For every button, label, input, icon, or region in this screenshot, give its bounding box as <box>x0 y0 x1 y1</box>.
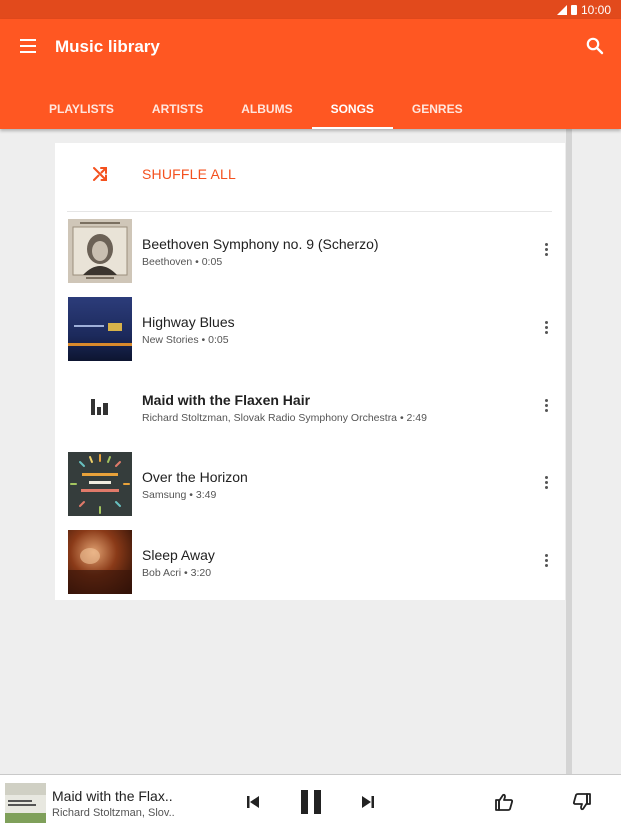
over-the-horizon-album-art <box>68 452 132 516</box>
next-icon[interactable] <box>360 794 376 810</box>
tab-songs[interactable]: SONGS <box>311 89 394 129</box>
song-title: Highway Blues <box>142 314 235 330</box>
list-item[interactable]: Maid with the Flaxen Hair Richard Stoltz… <box>55 368 565 440</box>
sleep-away-album-art <box>68 530 132 594</box>
thumbs-up-icon[interactable] <box>494 792 514 812</box>
status-time: 10:00 <box>580 3 611 17</box>
player-subtitle: Richard Stoltzman, Slov.. <box>52 807 175 819</box>
beethoven-portrait-art <box>68 219 132 283</box>
shuffle-icon <box>93 167 107 181</box>
scrollbar[interactable] <box>566 129 572 774</box>
more-options-icon[interactable] <box>539 319 553 337</box>
more-options-icon[interactable] <box>539 474 553 492</box>
list-item[interactable]: Beethoven Symphony no. 9 (Scherzo) Beeth… <box>55 212 565 284</box>
song-title: Maid with the Flaxen Hair <box>142 392 311 408</box>
song-title: Sleep Away <box>142 547 215 563</box>
shuffle-all-label: SHUFFLE ALL <box>142 166 237 182</box>
battery-icon <box>570 5 577 15</box>
song-title: Beethoven Symphony no. 9 (Scherzo) <box>142 236 379 252</box>
more-options-icon[interactable] <box>539 397 553 415</box>
tab-playlists[interactable]: PLAYLISTS <box>30 89 133 129</box>
song-subtitle: New Stories • 0:05 <box>142 334 229 346</box>
now-playing-album-art <box>5 783 46 823</box>
hamburger-menu-icon[interactable] <box>20 39 38 53</box>
tab-bar: PLAYLISTS ARTISTS ALBUMS SONGS GENRES <box>30 89 482 129</box>
song-title: Over the Horizon <box>142 469 248 485</box>
more-options-icon[interactable] <box>539 552 553 570</box>
song-list: SHUFFLE ALL Beethoven Symphony no. 9 (Sc… <box>55 143 565 600</box>
player-title: Maid with the Flax.. <box>52 788 173 804</box>
app-bar: Music library PLAYLISTS ARTISTS ALBUMS S… <box>0 19 621 129</box>
thumbs-down-icon[interactable] <box>572 792 592 812</box>
status-bar: 10:00 <box>0 0 621 19</box>
new-stories-album-art <box>68 297 132 361</box>
song-subtitle: Richard Stoltzman, Slovak Radio Symphony… <box>142 412 427 424</box>
song-subtitle: Samsung • 3:49 <box>142 489 217 501</box>
shuffle-all-button[interactable]: SHUFFLE ALL <box>55 143 565 211</box>
pause-icon[interactable] <box>299 789 323 815</box>
mini-player[interactable]: Maid with the Flax.. Richard Stoltzman, … <box>0 774 621 828</box>
page-title: Music library <box>55 37 160 56</box>
list-item[interactable]: Over the Horizon Samsung • 3:49 <box>55 445 565 517</box>
more-options-icon[interactable] <box>539 241 553 259</box>
previous-icon[interactable] <box>245 794 261 810</box>
tab-artists[interactable]: ARTISTS <box>133 89 222 129</box>
search-icon[interactable] <box>585 36 605 56</box>
now-playing-equalizer-icon <box>91 399 109 415</box>
list-item[interactable]: Highway Blues New Stories • 0:05 <box>55 290 565 362</box>
tab-albums[interactable]: ALBUMS <box>222 89 311 129</box>
song-subtitle: Beethoven • 0:05 <box>142 256 223 268</box>
status-icons: 10:00 <box>556 3 611 17</box>
tab-genres[interactable]: GENRES <box>393 89 482 129</box>
song-subtitle: Bob Acri • 3:20 <box>142 567 212 579</box>
list-item[interactable]: Sleep Away Bob Acri • 3:20 <box>55 523 565 595</box>
signal-icon <box>556 5 567 15</box>
